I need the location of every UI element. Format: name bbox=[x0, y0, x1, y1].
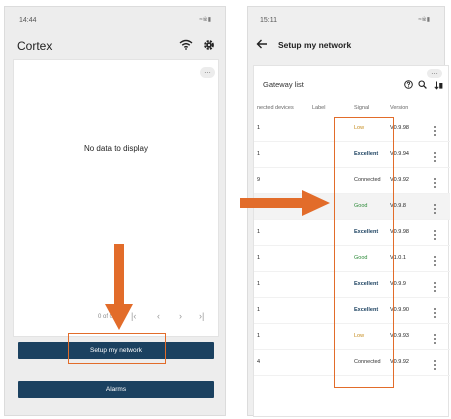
annotation-arrow-down bbox=[105, 244, 133, 330]
more-icon[interactable]: … bbox=[200, 67, 215, 78]
screen-title: Setup my network bbox=[278, 40, 352, 50]
cell-connected-devices: 1 bbox=[257, 307, 261, 313]
cell-connected-devices: 1 bbox=[257, 281, 261, 287]
kebab-icon[interactable] bbox=[432, 307, 438, 319]
cell-connected-devices: 9 bbox=[257, 177, 261, 183]
column-header-devices[interactable]: nected devices bbox=[257, 105, 294, 111]
status-time: 14:44 bbox=[19, 17, 37, 24]
next-page-icon[interactable]: › bbox=[179, 311, 182, 321]
cell-connected-devices: 1 bbox=[257, 255, 261, 261]
kebab-icon[interactable] bbox=[432, 151, 438, 163]
empty-state-message: No data to display bbox=[83, 144, 149, 153]
back-arrow-icon[interactable] bbox=[256, 39, 268, 49]
gateway-list-title: Gateway list bbox=[263, 80, 304, 89]
status-time: 15:11 bbox=[260, 17, 277, 24]
more-icon[interactable]: … bbox=[427, 69, 442, 78]
annotation-signal-column-highlight bbox=[334, 117, 394, 388]
cell-connected-devices: 1 bbox=[257, 151, 261, 157]
kebab-icon[interactable] bbox=[432, 203, 438, 215]
kebab-icon[interactable] bbox=[432, 125, 438, 137]
kebab-icon[interactable] bbox=[432, 359, 438, 371]
kebab-icon[interactable] bbox=[432, 281, 438, 293]
table-header: nected devices Label Signal Version bbox=[254, 102, 450, 116]
column-header-signal[interactable]: Signal bbox=[354, 105, 369, 111]
column-header-version[interactable]: Version bbox=[390, 105, 408, 111]
annotation-arrow-right bbox=[240, 190, 330, 216]
search-icon[interactable] bbox=[418, 80, 427, 89]
gear-icon[interactable] bbox=[203, 39, 215, 51]
last-page-icon[interactable]: ›| bbox=[199, 311, 204, 321]
cell-connected-devices: 4 bbox=[257, 359, 261, 365]
kebab-icon[interactable] bbox=[432, 229, 438, 241]
kebab-icon[interactable] bbox=[432, 177, 438, 189]
app-title: Cortex bbox=[17, 39, 53, 53]
cell-connected-devices: 1 bbox=[257, 125, 261, 131]
help-icon[interactable] bbox=[404, 80, 413, 89]
alarms-button[interactable]: Alarms bbox=[18, 381, 214, 398]
kebab-icon[interactable] bbox=[432, 255, 438, 267]
sort-down-icon[interactable] bbox=[434, 81, 443, 90]
wifi-icon[interactable] bbox=[179, 39, 193, 50]
cell-connected-devices: 1 bbox=[257, 229, 261, 235]
prev-page-icon[interactable]: ‹ bbox=[157, 311, 160, 321]
cell-connected-devices: 1 bbox=[257, 333, 261, 339]
kebab-icon[interactable] bbox=[432, 333, 438, 345]
status-icons: ≈※▮ bbox=[199, 17, 211, 23]
column-header-label[interactable]: Label bbox=[312, 105, 325, 111]
annotation-setup-button-highlight bbox=[68, 333, 166, 364]
status-icons: ≈※▮ bbox=[418, 17, 430, 23]
